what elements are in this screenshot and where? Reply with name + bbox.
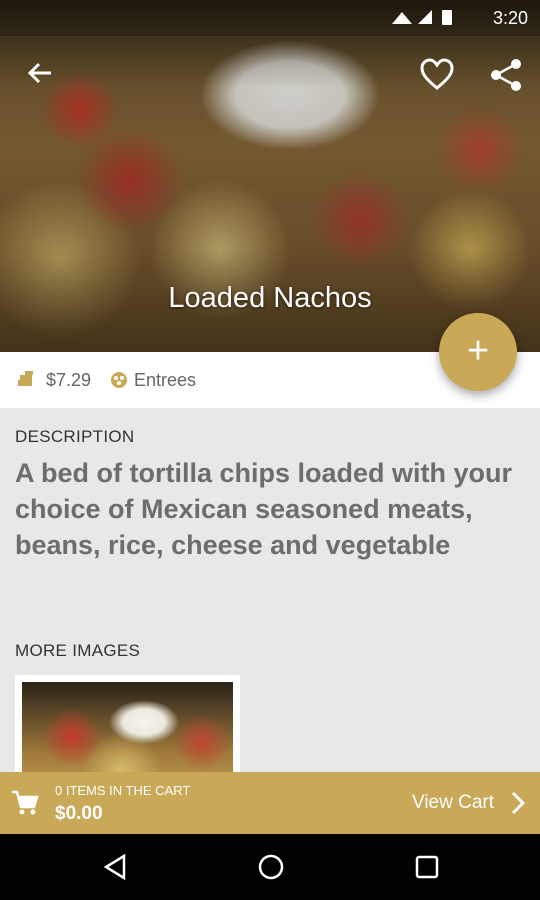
view-cart-button[interactable]: View Cart — [412, 792, 494, 814]
item-category: Entrees — [134, 370, 197, 390]
favorite-button[interactable] — [418, 56, 456, 94]
status-icons — [390, 8, 460, 33]
back-arrow-icon — [27, 62, 51, 84]
more-image-thumbnail[interactable] — [15, 675, 240, 775]
share-button[interactable] — [488, 56, 526, 94]
item-price: $7.29 — [46, 370, 92, 390]
cart-icon — [12, 790, 39, 815]
status-time: 3:20 — [492, 8, 528, 28]
item-title: Loaded Nachos — [168, 282, 372, 314]
signal-battery-icons — [392, 10, 452, 25]
share-icon — [491, 59, 521, 91]
cart-item-count: 0 ITEMS IN THE CART — [55, 783, 191, 798]
hero-image: 3:20 Loaded Nachos — [0, 0, 540, 352]
status-bar: 3:20 — [0, 0, 540, 36]
more-images-heading: MORE IMAGES — [15, 641, 141, 660]
cart-total: $0.00 — [55, 803, 103, 824]
cart-bar[interactable]: 0 ITEMS IN THE CART $0.00 View Cart — [0, 772, 540, 834]
add-to-cart-button[interactable]: + — [439, 313, 517, 391]
description-text: A bed of tortilla chips loaded with your… — [15, 458, 513, 560]
chevron-right-icon[interactable] — [510, 790, 526, 816]
description-heading: DESCRIPTION — [15, 427, 135, 446]
thumbnail-image — [22, 682, 233, 775]
nav-home-icon[interactable] — [256, 852, 286, 882]
nav-back-icon[interactable] — [100, 852, 130, 882]
back-button[interactable] — [22, 58, 58, 94]
price-tag-icon — [18, 371, 33, 386]
nav-recents-icon[interactable] — [414, 854, 440, 880]
system-nav-bar — [0, 834, 540, 900]
heart-icon — [420, 58, 454, 90]
category-icon — [111, 372, 127, 388]
